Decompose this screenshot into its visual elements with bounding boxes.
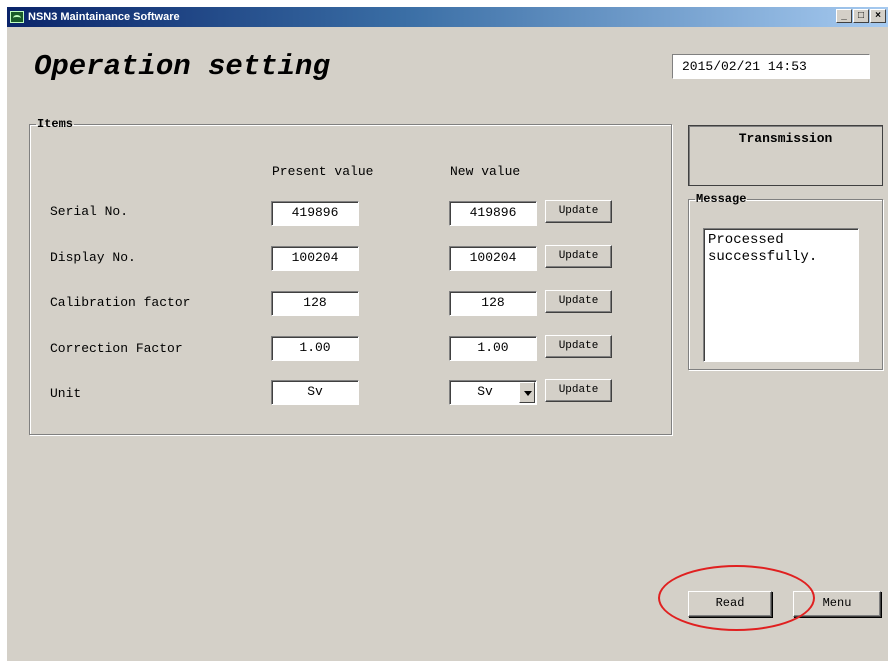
title-bar: NSN3 Maintainance Software _ □ × xyxy=(7,7,888,27)
serial-no-update-button[interactable]: Update xyxy=(545,200,612,223)
serial-no-new-input[interactable]: 419896 xyxy=(449,201,537,226)
unit-select[interactable]: Sv xyxy=(449,380,537,405)
transmission-label: Transmission xyxy=(738,131,833,146)
display-no-present-field: 100204 xyxy=(271,246,359,271)
items-legend: Items xyxy=(37,117,74,131)
window-title: NSN3 Maintainance Software xyxy=(28,11,180,23)
serial-no-label: Serial No. xyxy=(50,204,129,219)
message-group: Message Processed successfully. xyxy=(688,192,883,370)
display-no-update-button[interactable]: Update xyxy=(545,245,612,268)
serial-no-present-field: 419896 xyxy=(271,201,359,226)
unit-update-button[interactable]: Update xyxy=(545,379,612,402)
calibration-factor-label: Calibration factor xyxy=(50,295,191,310)
correction-factor-update-button[interactable]: Update xyxy=(545,335,612,358)
datetime-display: 2015/02/21 14:53 xyxy=(672,54,870,79)
display-no-new-input[interactable]: 100204 xyxy=(449,246,537,271)
new-value-header: New value xyxy=(450,164,521,179)
window-controls: _ □ × xyxy=(835,9,886,23)
menu-button[interactable]: Menu xyxy=(793,591,881,617)
correction-factor-new-input[interactable]: 1.00 xyxy=(449,336,537,361)
read-button[interactable]: Read xyxy=(688,591,772,617)
correction-factor-present-field: 1.00 xyxy=(271,336,359,361)
page-title: Operation setting xyxy=(34,50,330,83)
display-no-label: Display No. xyxy=(50,250,136,265)
chevron-down-icon[interactable] xyxy=(519,382,535,403)
minimize-button[interactable]: _ xyxy=(836,9,852,23)
unit-present-field: Sv xyxy=(271,380,359,405)
correction-factor-label: Correction Factor xyxy=(50,341,183,356)
present-value-header: Present value xyxy=(272,164,374,179)
message-legend: Message xyxy=(696,192,747,206)
message-text: Processed successfully. xyxy=(703,228,859,362)
unit-label: Unit xyxy=(50,386,82,401)
calibration-factor-update-button[interactable]: Update xyxy=(545,290,612,313)
close-button[interactable]: × xyxy=(870,9,886,23)
app-icon xyxy=(10,11,24,23)
maximize-button[interactable]: □ xyxy=(853,9,869,23)
calibration-factor-new-input[interactable]: 128 xyxy=(449,291,537,316)
transmission-status: Transmission xyxy=(688,125,883,186)
calibration-factor-present-field: 128 xyxy=(271,291,359,316)
